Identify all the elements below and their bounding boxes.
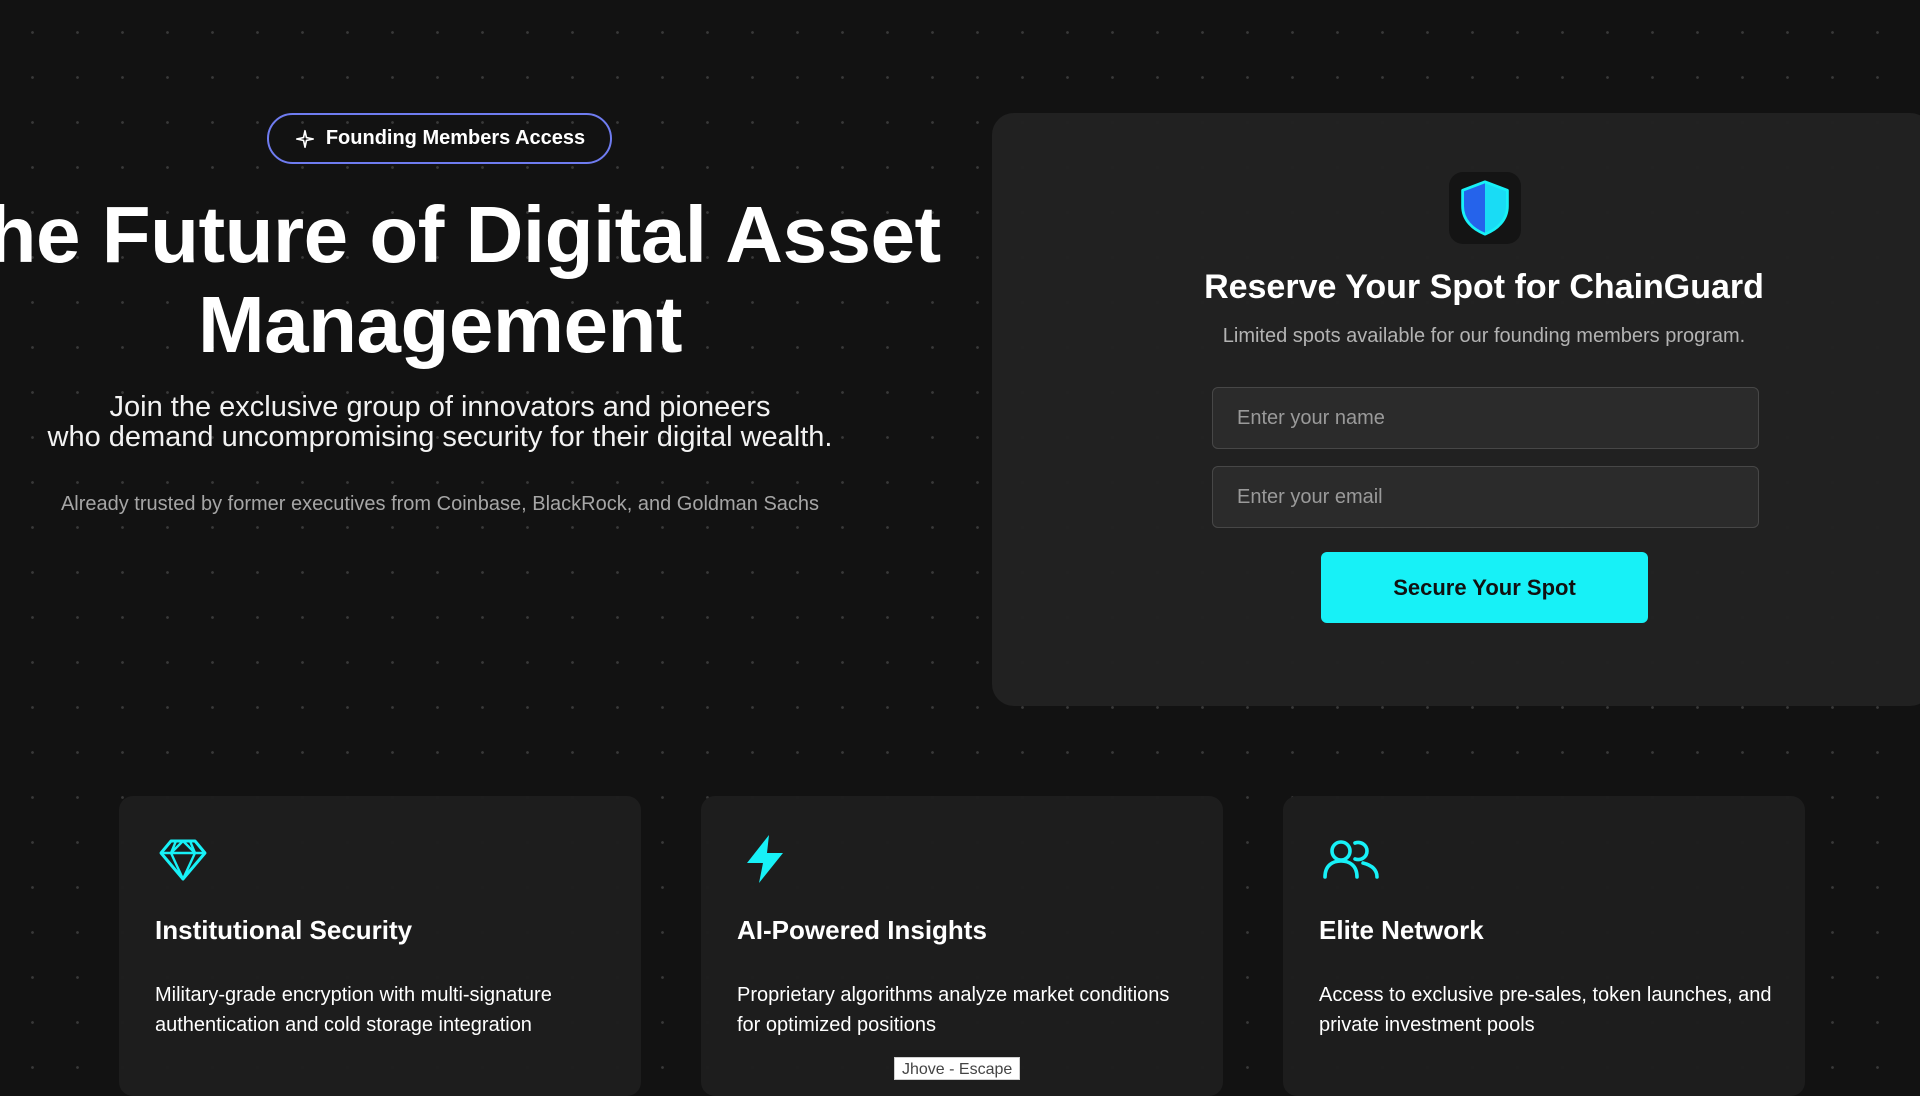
hero-title-line2: Management [198,280,682,369]
feature-card-network: Elite Network Access to exclusive pre-sa… [1283,796,1805,1096]
name-field[interactable] [1212,387,1759,449]
trusted-by-text: Already trusted by former executives fro… [60,493,820,515]
reserve-title: Reserve Your Spot for ChainGuard [1204,268,1764,306]
badge-label: Founding Members Access [325,127,586,149]
feature-desc: Access to exclusive pre-sales, token lau… [1319,984,1772,1036]
feature-card-security: Institutional Security Military-grade en… [119,796,641,1096]
tooltip: Jhove - Escape [894,1057,1021,1080]
feature-title: Elite Network [1319,915,1484,945]
feature-title: AI-Powered Insights [737,915,987,945]
lightning-icon [739,833,791,885]
feature-card-insights: AI-Powered Insights Proprietary algorith… [701,796,1223,1096]
sparkle-icon [294,128,316,150]
hero-subtitle: Join the exclusive group of innovators a… [0,392,940,452]
shield-icon [1449,172,1521,244]
feature-desc: Military-grade encryption with multi-sig… [155,984,552,1036]
feature-desc: Proprietary algorithms analyze market co… [737,984,1170,1036]
secure-your-spot-button[interactable]: Secure Your Spot [1321,552,1648,623]
founding-members-badge: Founding Members Access [267,113,612,164]
hero-subtitle-line1: Join the exclusive group of innovators a… [109,391,771,423]
hero-subtitle-line2: who demand uncompromising security for t… [47,421,833,453]
email-field[interactable] [1212,466,1759,528]
feature-title: Institutional Security [155,915,413,945]
hero-title: The Future of Digital Asset Management [0,190,1080,370]
hero-title-line1: The Future of Digital Asset [0,190,941,279]
users-icon [1321,833,1379,885]
reserve-subtitle: Limited spots available for our founding… [1222,325,1746,347]
diamond-icon [157,833,209,885]
